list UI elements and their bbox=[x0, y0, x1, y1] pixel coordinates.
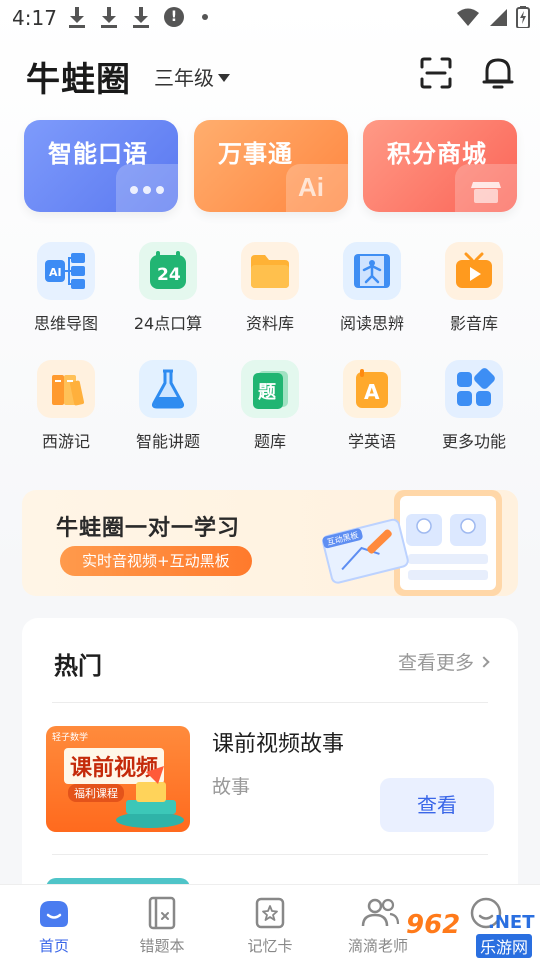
hot-section: 热门 查看更多 轻子数学 课前视频 福利课程 课前视频故事 故事 查看 bbox=[22, 618, 518, 918]
course-title[interactable]: 课前视频故事 bbox=[212, 726, 344, 758]
card-decoration bbox=[455, 164, 517, 212]
grade-label: 三年级 bbox=[154, 66, 214, 90]
course-tag: 故事 bbox=[212, 776, 251, 798]
grid-label: 更多功能 bbox=[441, 432, 506, 451]
shop-icon bbox=[471, 182, 501, 203]
mindmap-icon: AI bbox=[37, 242, 95, 300]
view-more-label: 查看更多 bbox=[397, 652, 474, 674]
grid-item-english[interactable]: A 学英语 bbox=[321, 360, 423, 452]
video-call-illustration: 互动黑板 bbox=[322, 490, 502, 596]
grid-item-media[interactable]: 影音库 bbox=[423, 242, 525, 334]
grade-selector[interactable]: 三年级 bbox=[154, 62, 230, 91]
nav-label: 首页 bbox=[38, 937, 69, 955]
banner-title: 牛蛙圈一对一学习 bbox=[56, 516, 241, 541]
app-title: 牛蛙圈 bbox=[26, 60, 131, 100]
scan-icon bbox=[420, 57, 452, 89]
svg-text:题: 题 bbox=[258, 382, 277, 403]
nav-label: 错题本 bbox=[139, 937, 185, 955]
english-icon: A bbox=[343, 360, 401, 418]
card-decoration: Ai bbox=[286, 164, 348, 212]
section-title: 热门 bbox=[54, 652, 102, 680]
watermark-site-name: 乐游网 bbox=[476, 934, 533, 958]
nav-home[interactable]: 首页 bbox=[9, 895, 99, 956]
folder-icon bbox=[241, 242, 299, 300]
grid-item-journey-west[interactable]: 西游记 bbox=[15, 360, 117, 452]
system-icons bbox=[456, 6, 530, 28]
one-on-one-banner[interactable]: 牛蛙圈一对一学习 实时音视频+互动黑板 互动黑板 bbox=[22, 490, 518, 596]
grid-label: 影音库 bbox=[449, 314, 498, 333]
status-bar: 4:17 ! bbox=[0, 0, 540, 36]
question-bank-icon: 题 bbox=[241, 360, 299, 418]
calc24-icon: 24 bbox=[139, 242, 197, 300]
grid-item-more[interactable]: 更多功能 bbox=[423, 360, 525, 452]
download-icon bbox=[68, 6, 86, 28]
more-notifications-dot bbox=[202, 14, 208, 20]
nav-mistake-book[interactable]: 错题本 bbox=[117, 895, 207, 956]
grid-label: 思维导图 bbox=[33, 314, 98, 333]
more-apps-icon bbox=[445, 360, 503, 418]
grid-label: 阅读思辨 bbox=[339, 314, 404, 333]
watermark-number: 962 bbox=[406, 910, 461, 940]
tv-icon bbox=[445, 242, 503, 300]
nav-memory-card[interactable]: 记忆卡 bbox=[225, 895, 315, 956]
svg-text:AI: AI bbox=[49, 266, 62, 279]
card-decoration bbox=[116, 164, 178, 212]
caret-down-icon bbox=[218, 73, 230, 82]
bell-icon bbox=[482, 58, 514, 89]
grid-label: 学英语 bbox=[347, 432, 396, 451]
watermark-net: .NET bbox=[488, 912, 535, 933]
grid-item-library[interactable]: 资料库 bbox=[219, 242, 321, 334]
notification-button[interactable] bbox=[480, 55, 516, 91]
download-icon bbox=[132, 6, 150, 28]
card-points-mall[interactable]: 积分商城 bbox=[363, 120, 517, 212]
grid-item-smart-explain[interactable]: 智能讲题 bbox=[117, 360, 219, 452]
home-icon bbox=[36, 895, 72, 931]
divider bbox=[52, 702, 488, 703]
svg-text:A: A bbox=[364, 380, 380, 404]
grid-label: 24点口算 bbox=[133, 314, 203, 333]
course-thumbnail[interactable]: 轻子数学 课前视频 福利课程 bbox=[46, 726, 190, 832]
card-title: 万事通 bbox=[218, 140, 293, 168]
mistake-book-icon bbox=[144, 895, 180, 931]
book-illustration bbox=[116, 766, 184, 828]
view-course-button[interactable]: 查看 bbox=[380, 778, 494, 832]
battery-icon bbox=[516, 6, 530, 28]
grid-item-question-bank[interactable]: 题 题库 bbox=[219, 360, 321, 452]
divider bbox=[52, 854, 488, 855]
alert-icon: ! bbox=[164, 7, 184, 27]
chat-dots-icon bbox=[130, 186, 164, 194]
status-time: 4:17 bbox=[12, 6, 57, 30]
signal-icon bbox=[490, 9, 507, 26]
chevron-right-icon bbox=[478, 655, 490, 668]
reading-icon bbox=[343, 242, 401, 300]
ai-badge-icon: Ai bbox=[298, 172, 324, 202]
grid-item-mindmap[interactable]: AI 思维导图 bbox=[15, 242, 117, 334]
wifi-icon bbox=[457, 8, 479, 26]
memory-card-icon bbox=[252, 895, 288, 931]
grid-item-reading[interactable]: 阅读思辨 bbox=[321, 242, 423, 334]
flask-icon bbox=[139, 360, 197, 418]
grid-label: 西游记 bbox=[41, 432, 90, 451]
card-wanshitong[interactable]: 万事通 Ai bbox=[194, 120, 348, 212]
grid-label: 资料库 bbox=[245, 314, 294, 333]
svg-text:24: 24 bbox=[157, 265, 181, 285]
nav-label: 记忆卡 bbox=[247, 937, 293, 955]
site-watermark: 962 .NET 乐游网 bbox=[400, 906, 540, 960]
teacher-icon bbox=[360, 895, 400, 931]
download-icon bbox=[100, 6, 118, 28]
view-more-link[interactable]: 查看更多 bbox=[397, 648, 490, 675]
card-speaking[interactable]: 智能口语 bbox=[24, 120, 178, 212]
banner-subtitle-pill: 实时音视频+互动黑板 bbox=[60, 546, 252, 576]
scan-button[interactable] bbox=[418, 55, 454, 91]
grid-item-calc24[interactable]: 24 24点口算 bbox=[117, 242, 219, 334]
books-icon bbox=[37, 360, 95, 418]
grid-label: 智能讲题 bbox=[135, 432, 200, 451]
notification-icons: ! bbox=[68, 6, 208, 28]
grid-label: 题库 bbox=[253, 432, 286, 451]
